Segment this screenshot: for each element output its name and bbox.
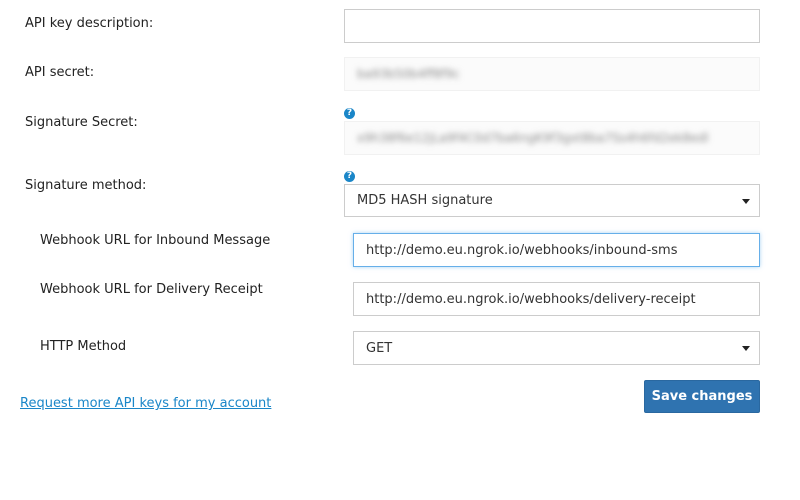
api-settings-form: API key description: API secret: ba93b50… [0, 0, 800, 500]
api-secret-field: ba93b50b4ff8f9c [344, 57, 760, 91]
webhook-inbound-label: Webhook URL for Inbound Message [40, 233, 271, 248]
signature-method-value: MD5 HASH signature [357, 193, 493, 208]
api-key-description-label: API key description: [25, 16, 154, 31]
api-secret-value: ba93b50b4ff8f9c [357, 67, 460, 81]
request-more-api-keys-link[interactable]: Request more API keys for my account [20, 396, 271, 411]
webhook-inbound-input[interactable]: http://demo.eu.ngrok.io/webhooks/inbound… [353, 233, 760, 267]
webhook-delivery-label: Webhook URL for Delivery Receipt [40, 282, 263, 297]
chevron-down-icon [742, 198, 750, 204]
signature-method-label: Signature method: [25, 178, 147, 193]
api-secret-label: API secret: [25, 65, 95, 80]
signature-method-select[interactable]: MD5 HASH signature [344, 184, 760, 217]
save-changes-button[interactable]: Save changes [644, 380, 760, 413]
signature-secret-value: x9h38f6e12jLa9f4C0d7ba6ngK9f3gxt8ba7Ss4h… [357, 131, 709, 145]
signature-method-help-icon[interactable]: ? [344, 171, 355, 182]
http-method-label: HTTP Method [40, 339, 127, 354]
signature-secret-field: x9h38f6e12jLa9f4C0d7ba6ngK9f3gxt8ba7Ss4h… [344, 121, 760, 155]
http-method-value: GET [366, 340, 393, 356]
webhook-delivery-input[interactable]: http://demo.eu.ngrok.io/webhooks/deliver… [353, 282, 760, 316]
signature-secret-help-icon[interactable]: ? [344, 108, 355, 119]
api-key-description-input[interactable] [344, 9, 760, 43]
signature-secret-label: Signature Secret: [25, 115, 138, 130]
http-method-select[interactable]: GET [353, 331, 760, 365]
chevron-down-icon [742, 346, 750, 351]
